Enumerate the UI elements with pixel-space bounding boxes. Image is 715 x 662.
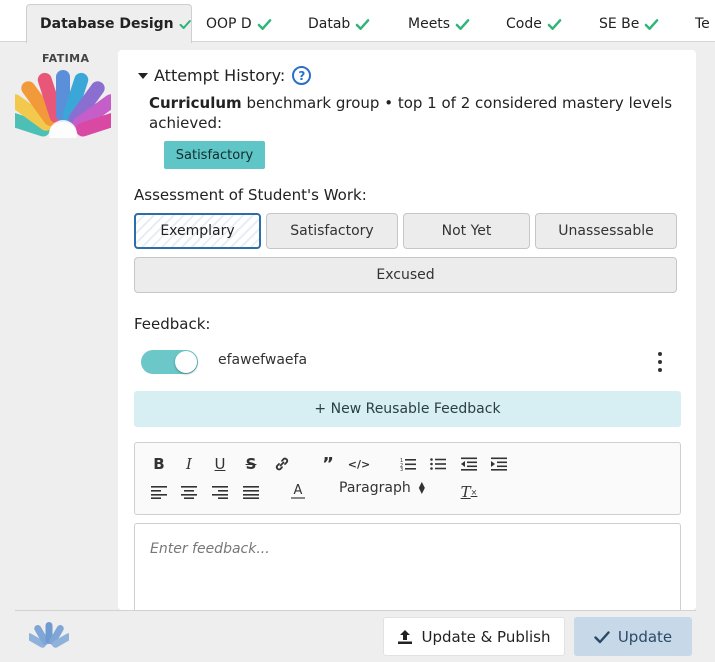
paragraph-format-value: Paragraph <box>339 480 411 496</box>
tab-meets[interactable]: Meets <box>408 6 470 42</box>
svg-text:A: A <box>294 483 303 498</box>
select-arrows-icon: ▲ ▼ <box>418 480 425 495</box>
align-center-icon[interactable] <box>178 481 200 503</box>
check-icon <box>645 18 659 30</box>
tab-datab[interactable]: Datab <box>308 6 370 42</box>
feedback-editor[interactable]: Enter feedback... <box>134 523 681 610</box>
update-publish-button[interactable]: Update & Publish <box>383 617 565 656</box>
curriculum-label: Curriculum <box>149 94 242 112</box>
help-icon[interactable]: ? <box>292 66 312 85</box>
option-exemplary-button[interactable]: Exemplary <box>134 213 261 249</box>
feedback-toggle[interactable] <box>141 350 198 374</box>
caret-down-icon <box>138 72 148 79</box>
tab-label: Meets <box>408 16 451 32</box>
assessment-label: Assessment of Student's Work: <box>134 186 367 204</box>
tab-te[interactable]: Te <box>695 6 710 42</box>
tab-label: Database Design <box>40 16 174 32</box>
align-right-icon[interactable] <box>209 481 231 503</box>
paragraph-format-select[interactable]: Paragraph ▲ ▼ <box>339 480 425 496</box>
code-icon[interactable]: </> <box>348 453 370 475</box>
option-not-yet-button[interactable]: Not Yet <box>403 213 530 249</box>
curriculum-summary: Curriculum benchmark group • top 1 of 2 … <box>149 93 679 133</box>
svg-text:3: 3 <box>400 467 403 471</box>
check-icon <box>355 18 370 30</box>
bold-icon[interactable]: B <box>148 453 170 475</box>
check-icon <box>455 18 470 30</box>
tab-code[interactable]: Code <box>506 6 562 42</box>
peacock-logo-icon <box>29 622 69 648</box>
update-button[interactable]: Update <box>574 617 692 656</box>
grading-panel: Database Design OOP D Datab Meets Code S… <box>0 0 715 662</box>
align-justify-icon[interactable] <box>240 481 262 503</box>
assignment-tabbar: Database Design OOP D Datab Meets Code S… <box>0 0 715 43</box>
check-icon <box>594 630 610 643</box>
feedback-placeholder: Enter feedback... <box>150 541 270 557</box>
align-left-icon[interactable] <box>148 481 170 503</box>
text-color-icon[interactable]: A <box>287 480 309 502</box>
tab-label: Datab <box>308 16 351 32</box>
clear-formatting-icon[interactable]: T × <box>458 481 480 503</box>
tab-label: SE Be <box>599 16 640 32</box>
outdent-icon[interactable] <box>458 453 480 475</box>
upload-icon <box>398 629 413 644</box>
student-name: FATIMA <box>42 52 90 65</box>
bullet-list-icon[interactable] <box>427 453 449 475</box>
tab-label: OOP D <box>206 16 252 32</box>
toggle-knob <box>175 351 197 373</box>
attempt-history-heading: Attempt History: <box>154 66 286 85</box>
grading-card: Attempt History: ? Curriculum benchmark … <box>118 50 696 610</box>
feedback-label: Feedback: <box>134 315 211 333</box>
italic-icon[interactable]: I <box>178 453 200 475</box>
indent-icon[interactable] <box>488 453 510 475</box>
peacock-logo-icon <box>15 70 111 138</box>
tab-label: Te <box>695 16 710 32</box>
tab-label: Code <box>506 16 542 32</box>
update-label: Update <box>617 627 673 646</box>
saved-feedback-text: efawefwaefa <box>218 352 308 368</box>
tab-se-be[interactable]: SE Be <box>599 6 659 42</box>
option-satisfactory-button[interactable]: Satisfactory <box>266 213 398 249</box>
check-icon <box>179 19 191 29</box>
tab-database-design[interactable]: Database Design <box>26 4 192 43</box>
action-footer: Update & Publish Update <box>15 610 696 662</box>
option-excused-button[interactable]: Excused <box>134 257 677 293</box>
numbered-list-icon[interactable]: 123 <box>397 453 419 475</box>
check-icon <box>547 18 562 30</box>
more-options-icon[interactable] <box>656 352 664 372</box>
underline-icon[interactable]: U <box>209 453 231 475</box>
update-publish-label: Update & Publish <box>421 627 551 646</box>
check-icon <box>257 18 272 30</box>
attempt-history-toggle[interactable]: Attempt History: ? <box>138 66 312 85</box>
strikethrough-icon[interactable]: S <box>240 453 262 475</box>
mastery-level-badge: Satisfactory <box>164 141 265 169</box>
tab-oop-d[interactable]: OOP D <box>206 6 272 42</box>
option-unassessable-button[interactable]: Unassessable <box>535 213 677 249</box>
new-reusable-feedback-button[interactable]: + New Reusable Feedback <box>134 391 681 427</box>
editor-toolbar: B I U S ” </> 123 A Paragraph ▲ ▼ T × <box>134 442 681 515</box>
blockquote-icon[interactable]: ” <box>317 453 339 475</box>
link-icon[interactable] <box>271 453 293 475</box>
